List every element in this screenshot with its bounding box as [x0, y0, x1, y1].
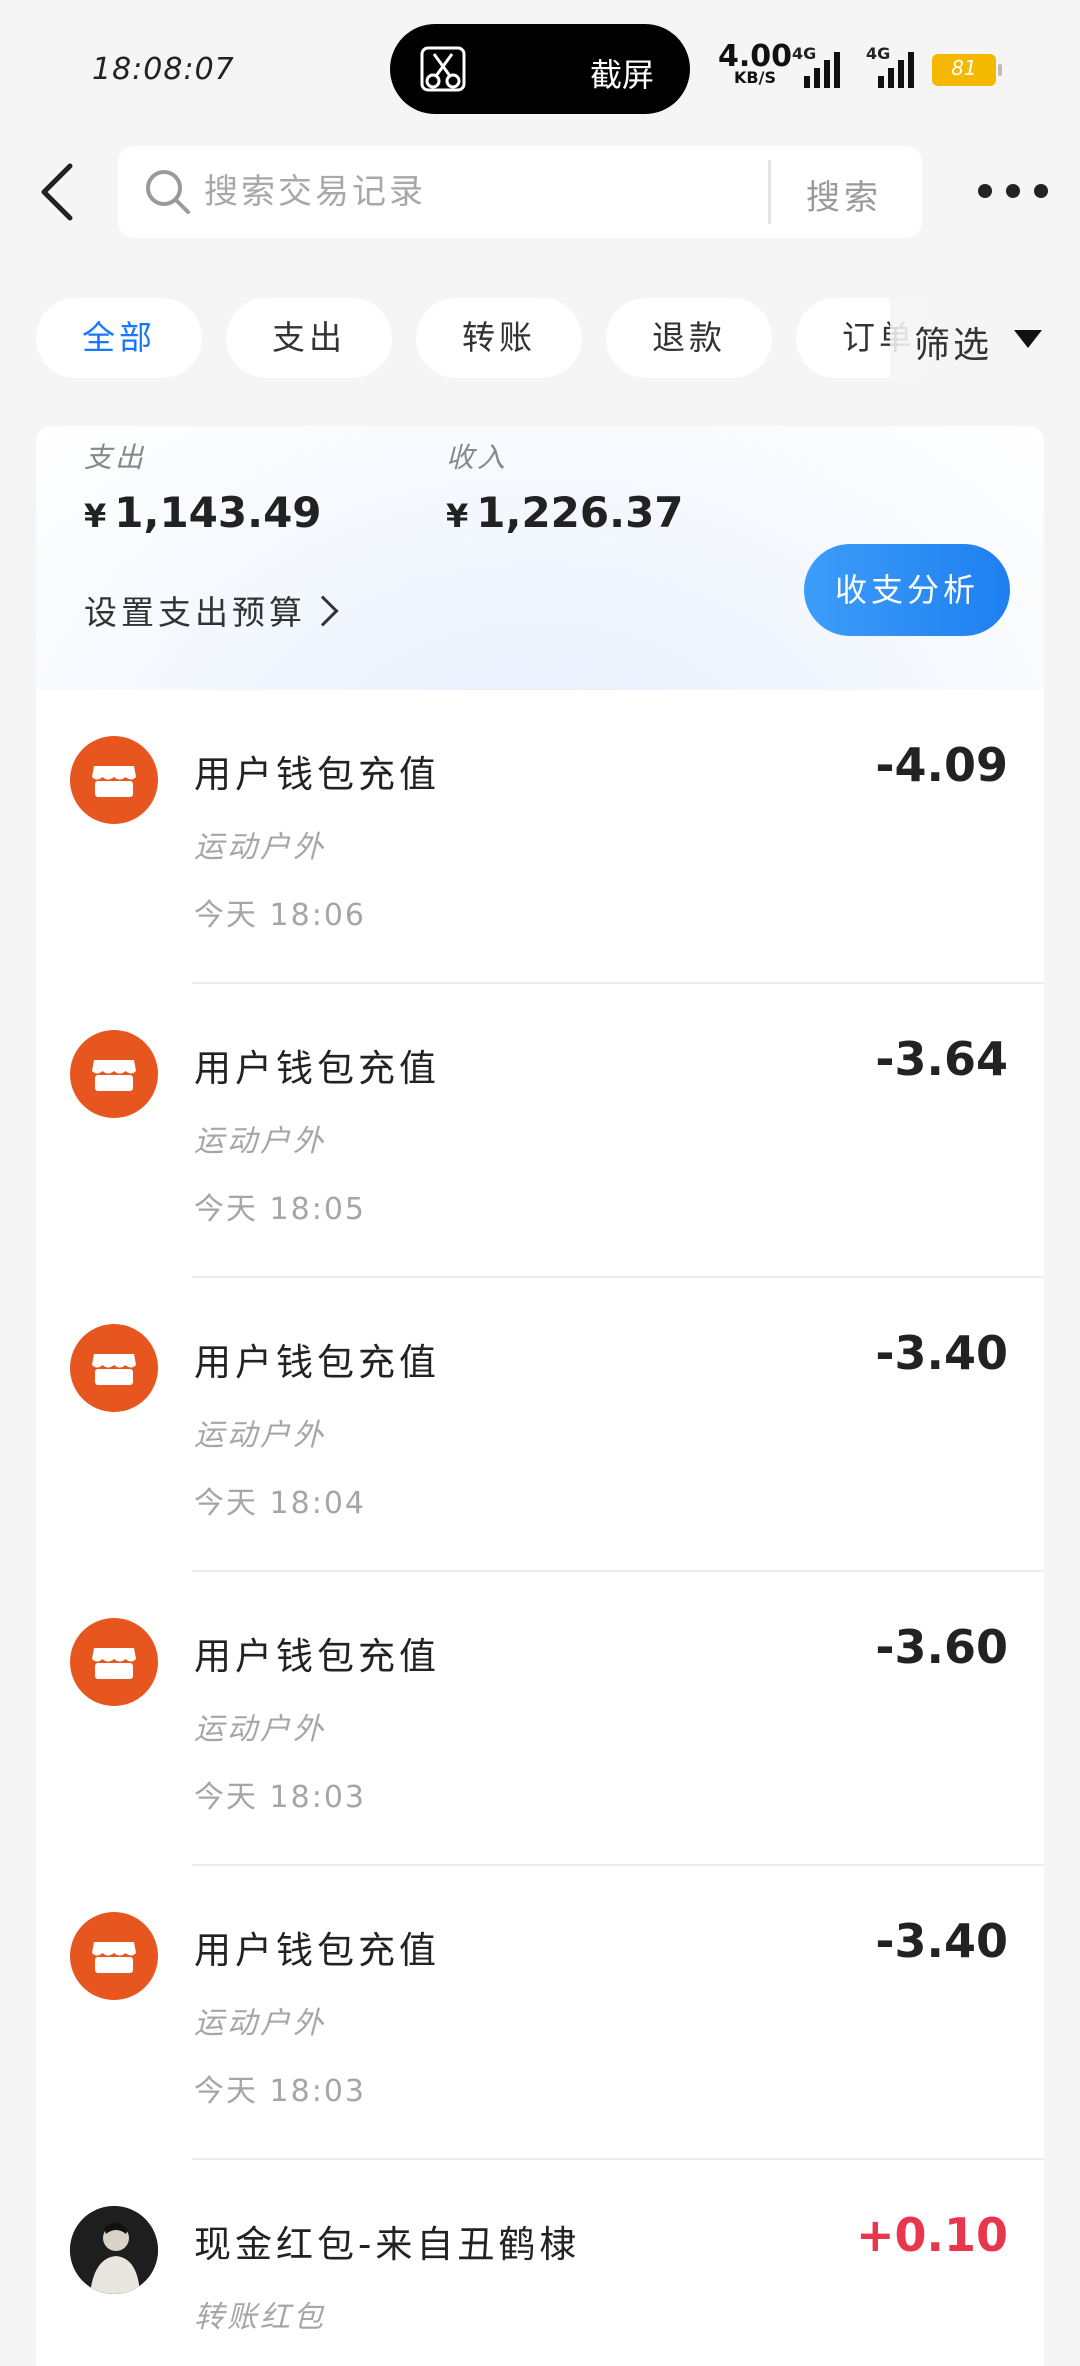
transaction-amount: -3.40 — [875, 1326, 1008, 1380]
filter-tabs: 全部 支出 转账 退款 订单 筛选 — [0, 298, 1080, 378]
search-divider — [768, 160, 771, 224]
person-photo-icon — [70, 2206, 158, 2294]
income-label: 收入 — [446, 441, 509, 474]
status-time: 18:08:07 — [92, 52, 235, 87]
transaction-row[interactable]: 用户钱包充值 运动户外 今天 18:03 -3.40 — [36, 1866, 1044, 2160]
signal-icon: 4G — [866, 44, 926, 88]
tab-all[interactable]: 全部 — [36, 298, 202, 378]
transaction-title: 用户钱包充值 — [194, 753, 440, 796]
tab-expense[interactable]: 支出 — [226, 298, 392, 378]
transaction-time: 今天 18:04 — [194, 1486, 366, 1521]
avatar — [70, 1912, 158, 2000]
transaction-amount: +0.10 — [855, 2208, 1008, 2262]
transaction-time: 今天 18:03 — [194, 1780, 366, 1815]
summary-panel: 支出 ¥1,143.49 收入 ¥1,226.37 设置支出预算 收支分析 — [36, 426, 1044, 690]
avatar — [70, 1324, 158, 1412]
avatar — [70, 736, 158, 824]
filter-button[interactable]: 筛选 — [890, 298, 1080, 378]
transaction-amount: -3.64 — [875, 1032, 1008, 1086]
back-arrow-icon[interactable] — [34, 160, 84, 224]
set-budget-label: 设置支出预算 — [84, 593, 306, 632]
transaction-title: 用户钱包充值 — [194, 1047, 440, 1090]
transactions-card: 支出 ¥1,143.49 收入 ¥1,226.37 设置支出预算 收支分析 用户… — [36, 426, 1044, 2366]
currency-symbol: ¥ — [84, 497, 107, 535]
battery-level: 81 — [951, 56, 977, 80]
currency-symbol: ¥ — [446, 497, 469, 535]
transaction-amount: -3.40 — [875, 1914, 1008, 1968]
transaction-title: 现金红包-来自丑鹤棣 — [194, 2223, 581, 2266]
transaction-category: 运动户外 — [194, 1124, 326, 1159]
search-button[interactable]: 搜索 — [806, 170, 882, 219]
transaction-title: 用户钱包充值 — [194, 1635, 440, 1678]
user-avatar — [70, 2206, 158, 2294]
income-summary: 收入 ¥1,226.37 — [446, 436, 684, 537]
screenshot-label: 截屏 — [589, 56, 654, 94]
transaction-row[interactable]: 用户钱包充值 运动户外 今天 18:06 -4.09 — [36, 690, 1044, 984]
transaction-category: 运动户外 — [194, 1418, 326, 1453]
expense-summary: 支出 ¥1,143.49 — [84, 436, 322, 537]
set-budget-link[interactable]: 设置支出预算 — [84, 586, 339, 634]
transaction-time: 今天 18:06 — [194, 898, 366, 933]
income-amount: 1,226.37 — [476, 488, 684, 537]
transaction-list: 用户钱包充值 运动户外 今天 18:06 -4.09 用户钱包充值 运动户外 今… — [36, 690, 1044, 2366]
transaction-title: 用户钱包充值 — [194, 1341, 440, 1384]
battery-icon: 81 — [932, 54, 1002, 86]
avatar — [70, 1618, 158, 1706]
transaction-row[interactable]: 用户钱包充值 运动户外 今天 18:03 -3.60 — [36, 1572, 1044, 1866]
transaction-title: 用户钱包充值 — [194, 1929, 440, 1972]
store-icon — [92, 1648, 136, 1679]
transaction-row[interactable]: 用户钱包充值 运动户外 今天 18:05 -3.64 — [36, 984, 1044, 1278]
network-speed: 4.00 KB/S — [718, 42, 792, 86]
store-icon — [92, 766, 136, 797]
dropdown-triangle-icon — [1014, 330, 1042, 348]
transaction-time: 今天 18:05 — [194, 1192, 366, 1227]
filter-label: 筛选 — [914, 325, 993, 366]
tab-transfer[interactable]: 转账 — [416, 298, 582, 378]
transaction-category: 运动户外 — [194, 1712, 326, 1747]
signal-icon: 4G — [792, 44, 852, 88]
scissors-icon — [420, 46, 466, 92]
store-icon — [92, 1060, 136, 1091]
transaction-category: 转账红包 — [194, 2300, 326, 2335]
store-icon — [92, 1942, 136, 1973]
transaction-amount: -4.09 — [875, 738, 1008, 792]
transaction-row[interactable]: 用户钱包充值 运动户外 今天 18:04 -3.40 — [36, 1278, 1044, 1572]
transaction-row[interactable]: 现金红包-来自丑鹤棣 转账红包 +0.10 — [36, 2160, 1044, 2366]
screenshot-pill[interactable]: 截屏 — [390, 24, 690, 114]
transaction-time: 今天 18:03 — [194, 2074, 366, 2109]
income-expense-analysis-button[interactable]: 收支分析 — [804, 544, 1010, 636]
transaction-category: 运动户外 — [194, 830, 326, 865]
search-icon — [146, 170, 190, 214]
expense-amount: 1,143.49 — [114, 488, 322, 537]
tab-refund[interactable]: 退款 — [606, 298, 772, 378]
header: 搜索 — [0, 146, 1080, 238]
transaction-amount: -3.60 — [875, 1620, 1008, 1674]
avatar — [70, 1030, 158, 1118]
expense-label: 支出 — [84, 441, 147, 474]
chevron-right-icon — [307, 595, 339, 627]
search-input[interactable] — [204, 162, 764, 222]
status-bar: 18:08:07 截屏 4.00 KB/S 4G 4G 81 — [0, 0, 1080, 140]
transaction-category: 运动户外 — [194, 2006, 326, 2041]
more-options-icon[interactable] — [978, 176, 1048, 206]
search-bar: 搜索 — [118, 146, 922, 238]
store-icon — [92, 1354, 136, 1385]
